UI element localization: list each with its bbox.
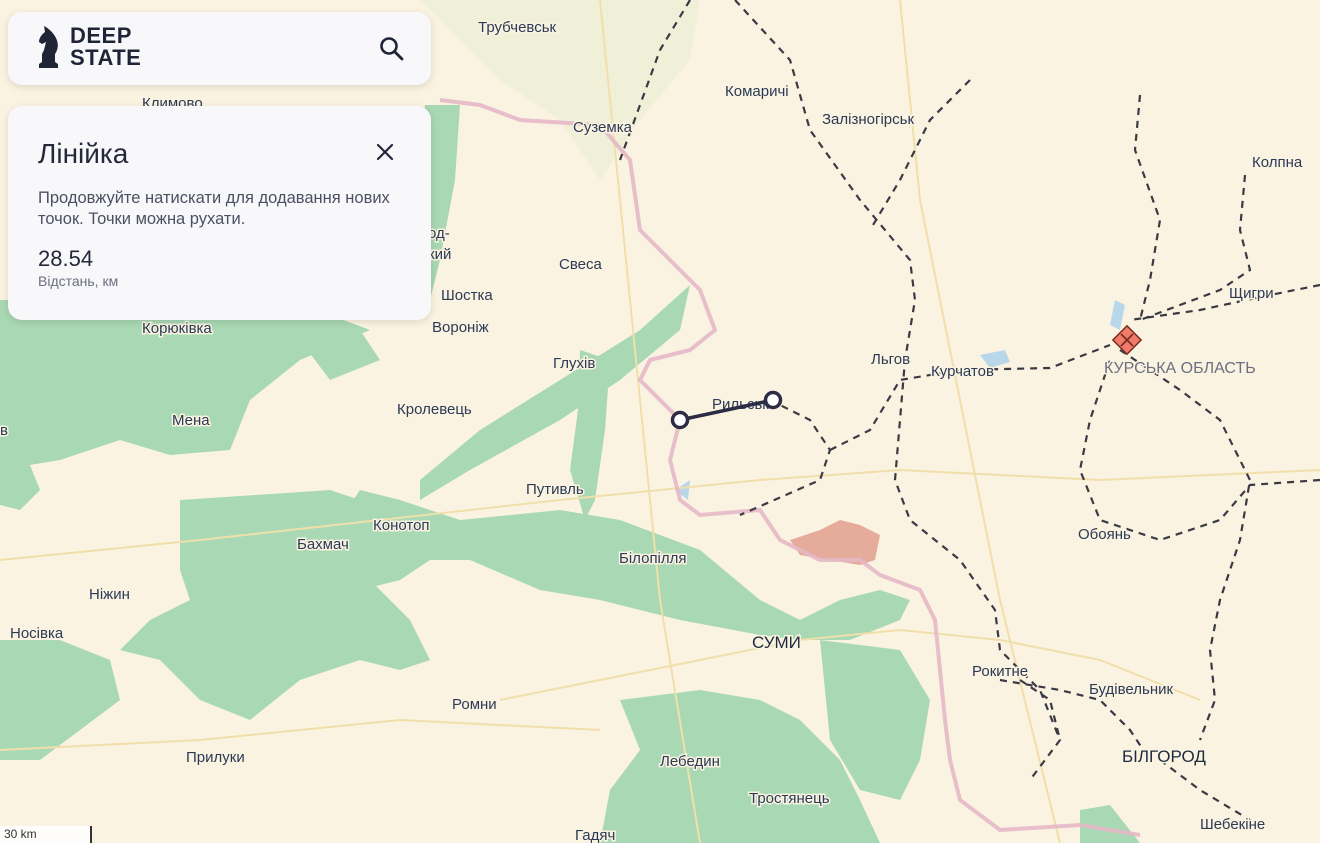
place-koriukivka: Корюківка <box>142 320 212 337</box>
place-krolevets: Кролевець <box>397 401 472 418</box>
knight-icon <box>39 26 58 68</box>
place-rokytne: Рокитне <box>972 663 1028 680</box>
place-budivelnyk: Будівельник <box>1089 681 1173 698</box>
place-shchigry: Щигри <box>1229 285 1274 302</box>
ruler-title: Лінійка <box>38 138 129 169</box>
place-nizhyn: Ніжин <box>89 586 130 603</box>
place-putyvl: Путивль <box>526 481 584 498</box>
place-voronizh: Воронiж <box>432 319 489 336</box>
place-konotop: Конотоп <box>373 517 430 534</box>
place-suzemka: Суземка <box>573 119 633 136</box>
scale-bar: 30 km <box>0 826 92 843</box>
place-bilhorod: БІЛГОРОД <box>1122 747 1206 766</box>
place-lebedyn: Лебедин <box>660 753 720 770</box>
ruler-point-end[interactable] <box>763 390 783 410</box>
place-od: од- <box>428 225 450 242</box>
place-lgov: Льгов <box>871 351 910 368</box>
place-trostianets: Тростянець <box>749 790 830 807</box>
place-komarychi: Комаричі <box>725 83 789 100</box>
logo-line-1: DEEP <box>70 23 132 48</box>
place-shostka: Шостка <box>441 287 493 304</box>
place-romny: Ромни <box>452 696 497 713</box>
place-kyi: кий <box>428 246 451 263</box>
ruler-point-start[interactable] <box>670 410 690 430</box>
region-kursk-oblast: КУРСЬКА ОБЛАСТЬ <box>1104 360 1256 377</box>
place-bakhmach: Бахмач <box>297 536 349 553</box>
logo-line-2: STATE <box>70 45 142 70</box>
place-kurchatov: Курчатов <box>931 363 994 380</box>
search-icon[interactable] <box>379 36 405 62</box>
place-edge-v: в <box>0 422 8 439</box>
logo[interactable]: DEEP STATE <box>36 24 141 70</box>
brand-search-bar: DEEP STATE <box>8 12 431 85</box>
place-trubchevsk: Трубчевськ <box>478 19 557 36</box>
ruler-distance-value: 28.54 <box>38 246 94 271</box>
place-sevsk: Свеса <box>559 256 602 273</box>
place-sumy: СУМИ <box>752 633 801 652</box>
place-pryluky: Прилуки <box>186 749 245 766</box>
ruler-distance-label: Відстань, км <box>38 273 119 289</box>
place-hadiach: Гадяч <box>575 827 615 843</box>
place-mena: Мена <box>172 412 210 429</box>
place-zaliznohirsk: Залізногірськ <box>822 111 914 128</box>
place-kolpna: Колпна <box>1252 154 1303 171</box>
place-bilopillia: Білопілля <box>619 550 687 567</box>
place-hlukhiv: Глухів <box>553 355 595 372</box>
place-shebekino: Шебекіне <box>1200 816 1265 833</box>
close-icon[interactable] <box>375 142 395 162</box>
place-oboian: Обоянь <box>1078 526 1131 543</box>
ruler-description: Продовжуйте натискати для додавання нови… <box>38 189 390 228</box>
ruler-panel: Лінійка Продовжуйте натискати для додава… <box>8 106 431 320</box>
place-nosivka: Носівка <box>10 625 64 642</box>
